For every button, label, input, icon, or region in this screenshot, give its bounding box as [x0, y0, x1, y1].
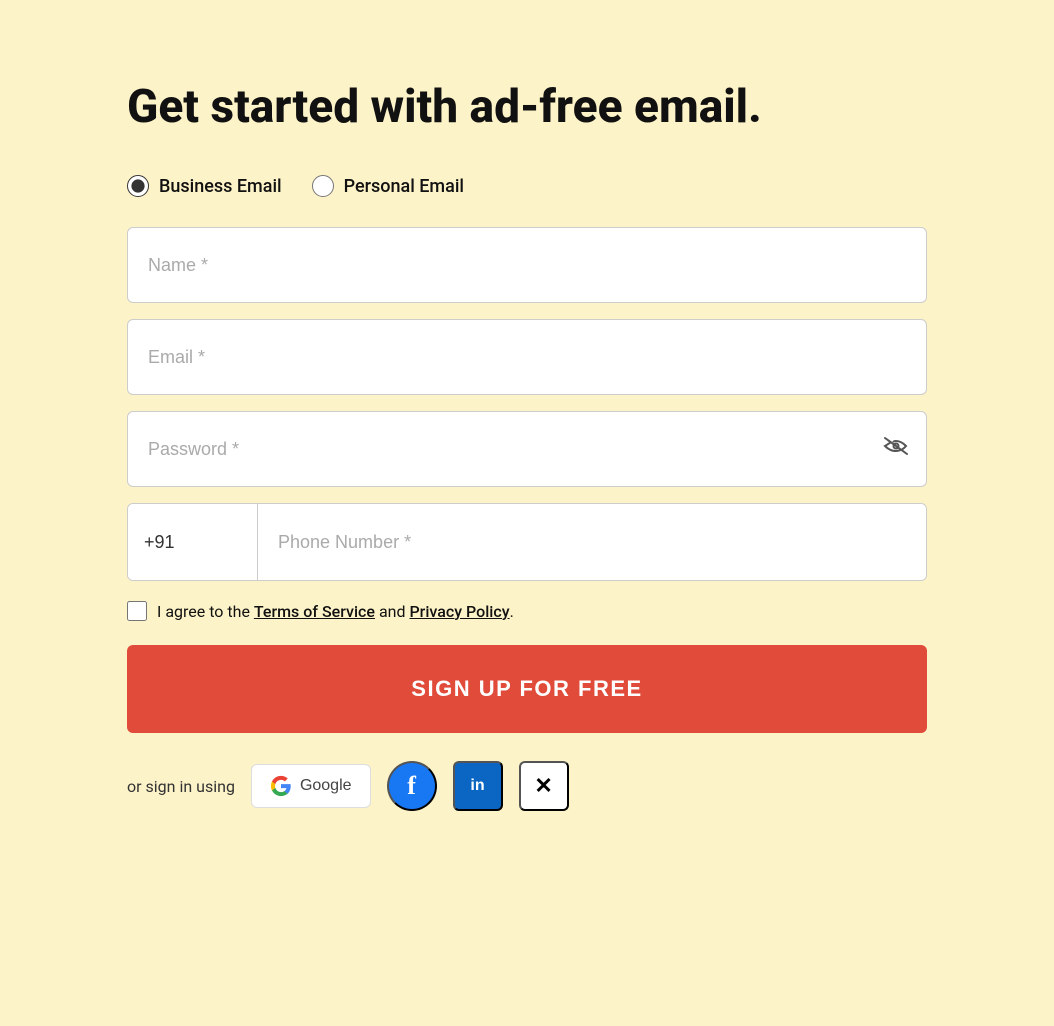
terms-of-service-link[interactable]: Terms of Service	[254, 602, 375, 621]
business-email-radio[interactable]	[127, 175, 149, 197]
social-signin-section: or sign in using Google f in ✕	[127, 761, 927, 811]
phone-input-group	[127, 503, 927, 581]
phone-number-input[interactable]	[258, 504, 926, 580]
toggle-password-icon[interactable]	[883, 436, 909, 462]
signup-button[interactable]: SIGN UP FOR FREE	[127, 645, 927, 733]
personal-email-radio[interactable]	[312, 175, 334, 197]
privacy-policy-link[interactable]: Privacy Policy	[409, 602, 509, 621]
linkedin-signin-button[interactable]: in	[453, 761, 503, 811]
x-icon: ✕	[534, 773, 552, 799]
email-field-group	[127, 319, 927, 395]
x-signin-button[interactable]: ✕	[519, 761, 569, 811]
business-email-option[interactable]: Business Email	[127, 175, 282, 197]
google-signin-button[interactable]: Google	[251, 764, 371, 808]
personal-email-option[interactable]: Personal Email	[312, 175, 464, 197]
phone-code-input[interactable]	[128, 504, 258, 580]
google-button-label: Google	[300, 777, 352, 795]
facebook-signin-button[interactable]: f	[387, 761, 437, 811]
password-field-group	[127, 411, 927, 487]
terms-row: I agree to the Terms of Service and Priv…	[127, 601, 927, 621]
google-icon	[270, 775, 292, 797]
email-input[interactable]	[127, 319, 927, 395]
terms-text: I agree to the Terms of Service and Priv…	[157, 602, 514, 621]
email-type-group: Business Email Personal Email	[127, 175, 927, 197]
page-container: Get started with ad-free email. Business…	[127, 80, 927, 811]
name-field-group	[127, 227, 927, 303]
password-input[interactable]	[127, 411, 927, 487]
phone-field-group	[127, 503, 927, 581]
facebook-icon: f	[407, 771, 416, 801]
social-signin-label: or sign in using	[127, 777, 235, 796]
personal-email-label: Personal Email	[344, 176, 464, 197]
page-title: Get started with ad-free email.	[127, 80, 927, 135]
business-email-label: Business Email	[159, 176, 282, 197]
linkedin-icon: in	[470, 777, 484, 795]
terms-checkbox[interactable]	[127, 601, 147, 621]
name-input[interactable]	[127, 227, 927, 303]
